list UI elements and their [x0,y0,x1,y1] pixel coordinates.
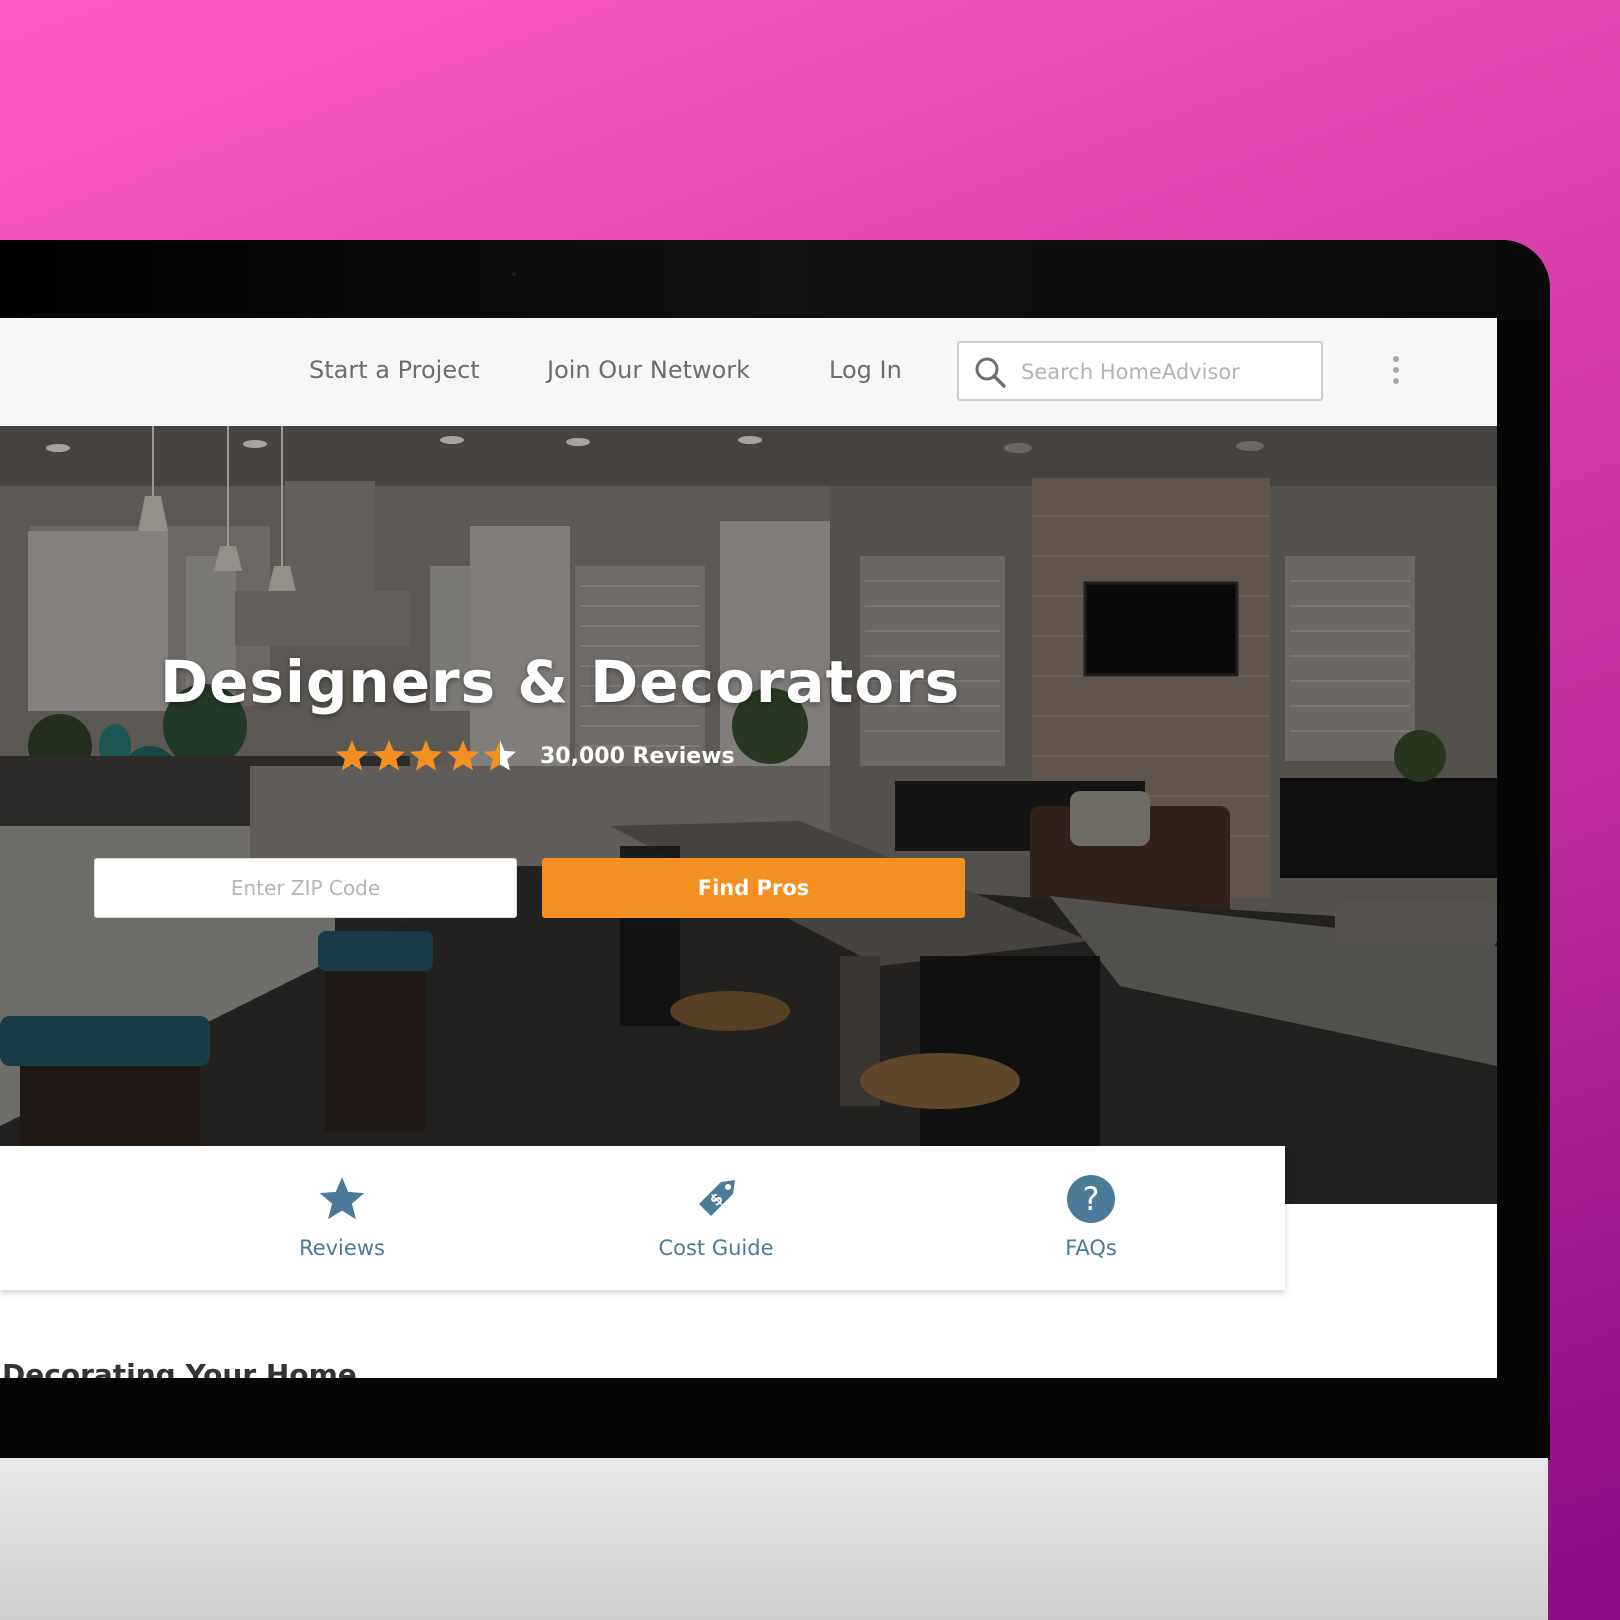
rating-stars [334,738,518,774]
question-icon: ? [1067,1175,1115,1223]
star-full-icon [335,740,369,771]
tab-faqs-label: FAQs [1065,1236,1117,1260]
search-input[interactable] [1021,355,1311,389]
bezel-top [0,240,1550,320]
search-box[interactable] [957,341,1323,401]
section-tabs: Reviews $ Cost Guide ? FAQs [0,1146,1285,1290]
hero-banner: Designers & Decorators 30,000 Reviews Fi… [0,426,1497,1204]
reviews-count[interactable]: 30,000 Reviews [540,744,735,769]
tab-faqs[interactable]: ? FAQs [981,1146,1201,1290]
price-tag-icon: $ [699,1180,735,1216]
search-icon [975,357,1006,388]
nav-log-in[interactable]: Log In [829,356,902,384]
webcam [512,272,516,276]
zip-code-input[interactable] [94,858,517,918]
nav-start-project[interactable]: Start a Project [309,356,480,384]
section-heading: Decorating Your Home [2,1358,357,1378]
page-title: Designers & Decorators [160,648,961,716]
find-pros-button[interactable]: Find Pros [542,858,965,918]
more-menu-icon[interactable] [1384,356,1408,390]
kitchen-interior-image [0,426,1497,1204]
top-navbar: Start a Project Join Our Network Log In [0,318,1497,426]
tab-cost-guide[interactable]: $ Cost Guide [606,1146,826,1290]
star-icon [319,1177,365,1220]
monitor-chin [0,1458,1548,1620]
tab-cost-guide-label: Cost Guide [658,1236,774,1260]
browser-screen: Start a Project Join Our Network Log In [0,318,1497,1378]
svg-text:?: ? [1083,1180,1100,1218]
tab-reviews-label: Reviews [299,1236,385,1260]
star-full-icon [446,740,480,771]
tab-reviews[interactable]: Reviews [232,1146,452,1290]
nav-join-network[interactable]: Join Our Network [547,356,750,384]
star-full-icon [372,740,406,771]
star-half-icon [483,740,517,771]
star-full-icon [409,740,443,771]
